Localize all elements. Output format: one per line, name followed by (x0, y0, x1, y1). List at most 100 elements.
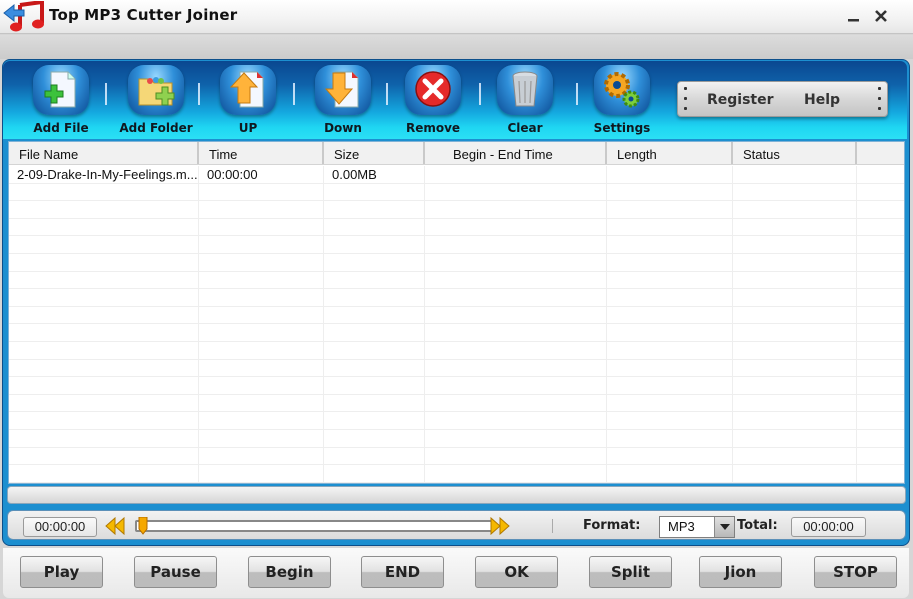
seek-slider[interactable] (135, 520, 493, 532)
clear-button[interactable]: Clear (482, 61, 568, 137)
table-cell (9, 289, 199, 306)
table-row[interactable] (9, 218, 904, 237)
add-folder-label: Add Folder (119, 121, 193, 135)
table-cell (425, 465, 607, 482)
table-row[interactable] (9, 465, 904, 483)
table-header: File Name Time Size Begin - End Time Length S… (9, 142, 904, 165)
table-cell (733, 236, 857, 253)
table-cell (324, 394, 425, 412)
table-row[interactable]: 2-09-Drake-In-My-Feelings.m... 00:00:00 0.… (9, 166, 904, 184)
table-row[interactable] (9, 430, 904, 448)
table-cell (199, 324, 324, 341)
table-cell (324, 271, 425, 289)
column-header[interactable]: Time (199, 142, 324, 164)
remove-icon (415, 71, 451, 107)
table-cell (857, 236, 904, 253)
begin-button[interactable]: Begin (248, 556, 331, 588)
table-cell: 2-09-Drake-In-My-Feelings.m... (9, 166, 199, 183)
split-button[interactable]: Split (589, 556, 672, 588)
table-row[interactable] (9, 324, 904, 342)
table-row[interactable] (9, 447, 904, 466)
title-bar[interactable]: Top MP3 Cutter Joiner (0, 0, 913, 34)
table-cell (425, 289, 607, 306)
table-row[interactable] (9, 201, 904, 219)
file-list-table[interactable]: File Name Time Size Begin - End Time Length S… (8, 141, 905, 484)
add-folder-button[interactable]: Add Folder (113, 61, 199, 137)
table-cell (9, 465, 199, 482)
table-cell (733, 166, 857, 183)
table-cell (425, 430, 607, 447)
settings-button[interactable]: Settings (579, 61, 665, 137)
table-cell (425, 218, 607, 236)
table-cell (733, 289, 857, 306)
table-cell (324, 412, 425, 429)
add-file-button[interactable]: Add File (18, 61, 104, 137)
pause-button[interactable]: Pause (134, 556, 217, 588)
table-cell (857, 430, 904, 447)
trash-icon (512, 71, 538, 107)
table-cell (324, 218, 425, 236)
table-row[interactable] (9, 254, 904, 272)
table-cell (199, 254, 324, 271)
table-cell (425, 201, 607, 218)
column-header[interactable]: Begin - End Time (425, 142, 607, 164)
table-row[interactable] (9, 306, 904, 325)
table-row[interactable] (9, 289, 904, 307)
table-row[interactable] (9, 377, 904, 395)
help-button[interactable]: Help (804, 92, 840, 108)
column-header[interactable] (857, 142, 904, 164)
table-cell (607, 271, 733, 289)
move-up-icon (229, 71, 264, 108)
close-icon[interactable] (873, 8, 889, 24)
remove-button[interactable]: Remove (390, 61, 476, 137)
table-row[interactable] (9, 412, 904, 430)
table-row[interactable] (9, 394, 904, 413)
ok-button[interactable]: OK (475, 556, 558, 588)
register-button[interactable]: Register (707, 92, 774, 108)
column-header[interactable]: File Name (9, 142, 199, 164)
table-row[interactable] (9, 271, 904, 290)
app-window: Top MP3 Cutter Joiner Add File Add Folde… (0, 0, 913, 599)
move-down-button[interactable]: Down (300, 61, 386, 137)
window-title: Top MP3 Cutter Joiner (49, 6, 238, 24)
format-select[interactable]: MP3 (659, 516, 735, 538)
table-row[interactable] (9, 342, 904, 360)
table-cell (607, 447, 733, 465)
fast-forward-icon[interactable] (489, 517, 511, 535)
total-time-display: 00:00:00 (791, 517, 866, 537)
total-label: Total: (737, 518, 778, 533)
add-file-label: Add File (33, 121, 89, 135)
table-cell (324, 377, 425, 394)
toolbar-separator (479, 83, 481, 105)
clear-label: Clear (507, 121, 543, 135)
column-header[interactable]: Length (607, 142, 733, 164)
table-cell (425, 166, 607, 183)
add-file-icon (44, 71, 76, 108)
chevron-down-icon[interactable] (714, 517, 734, 537)
move-up-button[interactable]: UP (205, 61, 291, 137)
column-header[interactable]: Size (324, 142, 425, 164)
register-help-panel: Register Help (677, 81, 888, 117)
table-row[interactable] (9, 183, 904, 202)
down-label: Down (324, 121, 362, 135)
table-cell (425, 342, 607, 359)
minimize-icon[interactable] (846, 8, 862, 24)
jion-button[interactable]: Jion (699, 556, 782, 588)
toolbar-separator (576, 83, 578, 105)
play-button[interactable]: Play (20, 556, 103, 588)
rewind-icon[interactable] (104, 517, 126, 535)
seek-thumb[interactable] (138, 517, 148, 535)
column-header[interactable]: Status (733, 142, 857, 164)
stop-button[interactable]: STOP (814, 556, 897, 588)
table-row[interactable] (9, 236, 904, 254)
table-cell (199, 289, 324, 306)
end-button[interactable]: END (361, 556, 444, 588)
table-cell (9, 377, 199, 394)
table-row[interactable] (9, 359, 904, 378)
toolbar-separator (386, 83, 388, 105)
table-cell (733, 412, 857, 429)
table-cell (607, 324, 733, 341)
horizontal-scrollbar[interactable] (7, 486, 906, 504)
table-cell (607, 430, 733, 447)
table-cell (425, 254, 607, 271)
